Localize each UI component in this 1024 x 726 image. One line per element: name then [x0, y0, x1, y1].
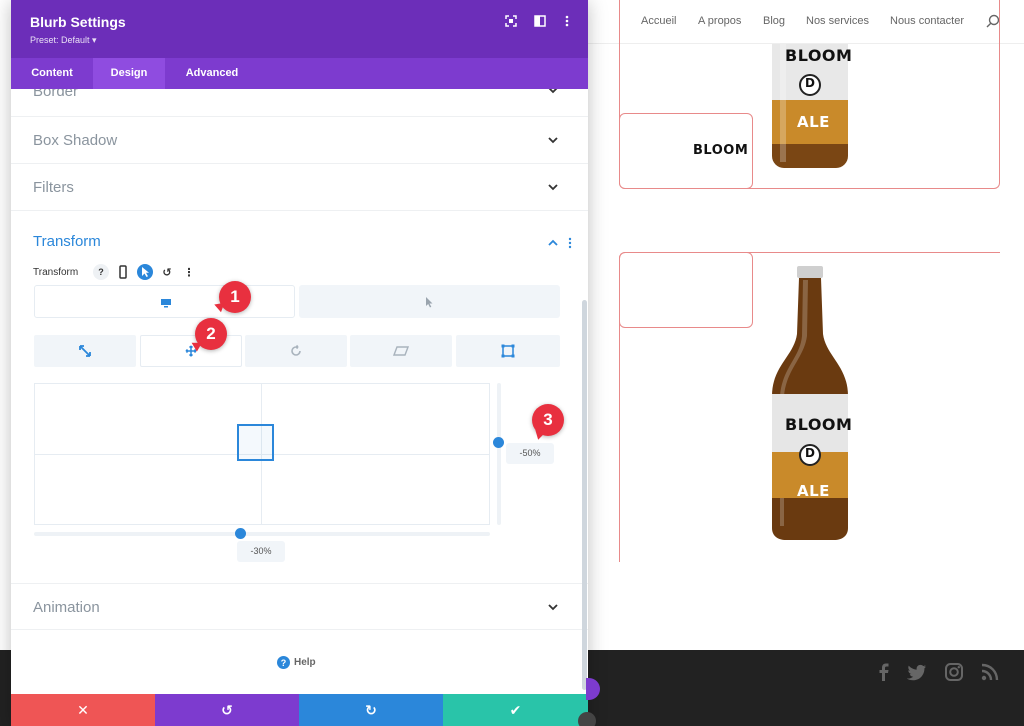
annotation-marker-2: 2: [195, 318, 227, 350]
transform-scale-tab[interactable]: [34, 335, 136, 367]
translate-x-value[interactable]: -30%: [237, 541, 285, 562]
translate-x-slider-handle[interactable]: [235, 528, 246, 539]
section-animation[interactable]: Animation: [11, 583, 588, 630]
tab-content[interactable]: Content: [11, 58, 93, 89]
preset-selector[interactable]: Preset: Default ▾: [30, 35, 97, 46]
state-hover-button[interactable]: [299, 285, 560, 318]
section-animation-title: Animation: [33, 599, 100, 616]
origin-grid-icon: [501, 344, 515, 358]
chevron-up-icon[interactable]: [546, 236, 560, 250]
save-button[interactable]: ✔: [443, 694, 588, 726]
instagram-icon[interactable]: [944, 662, 964, 682]
transform-origin-tab[interactable]: [456, 335, 560, 367]
bottle-brand-top: BLOOM: [785, 46, 853, 65]
blurb-settings-panel: Blurb Settings Preset: Default ▾ Content…: [11, 0, 588, 726]
section-border[interactable]: Border: [11, 89, 588, 117]
redo-button[interactable]: ↻: [299, 694, 443, 726]
panel-body: Border Box Shadow Filters Transform Tran…: [11, 89, 588, 694]
section-border-title: Border: [33, 89, 79, 100]
expand-icon[interactable]: [505, 15, 517, 27]
chevron-down-icon[interactable]: [546, 133, 560, 147]
panel-footer-actions: ✕ ↺ ↻ ✔: [11, 694, 588, 726]
chevron-down-icon[interactable]: [546, 600, 560, 614]
bottle-mark-top: D: [805, 76, 816, 90]
translate-y-slider-handle[interactable]: [493, 437, 504, 448]
desktop-icon: [161, 299, 171, 308]
bottle-mark-bottom: D: [805, 446, 816, 460]
transform-option-label: Transform: [33, 267, 79, 278]
section-more-icon[interactable]: [566, 236, 574, 250]
split-view-icon[interactable]: [534, 15, 546, 27]
help-label: Help: [294, 657, 316, 668]
chevron-down-icon[interactable]: [546, 180, 560, 194]
panel-scrollbar[interactable]: [582, 300, 587, 690]
hover-cursor-icon[interactable]: [137, 264, 153, 280]
help-icon: ?: [277, 656, 290, 669]
translate-y-slider-track[interactable]: [497, 383, 501, 525]
help-link[interactable]: ? Help: [277, 656, 316, 669]
annotation-marker-3: 3: [532, 404, 564, 436]
settings-tabs: Content Design Advanced: [11, 58, 588, 89]
bottle-type-top: ALE: [797, 113, 830, 131]
help-question-icon[interactable]: ?: [93, 264, 109, 280]
twitter-icon[interactable]: [907, 662, 927, 682]
tab-design[interactable]: Design: [93, 58, 165, 89]
translate-preview-square[interactable]: [237, 424, 274, 461]
transform-skew-tab[interactable]: [350, 335, 452, 367]
undo-button[interactable]: ↺: [155, 694, 299, 726]
options-kebab-icon[interactable]: ⋮: [181, 264, 197, 280]
transform-translate-tab[interactable]: [140, 335, 242, 367]
resize-handle[interactable]: [578, 712, 596, 726]
chevron-down-icon[interactable]: [546, 89, 560, 97]
rss-icon[interactable]: [980, 662, 1000, 682]
scale-arrows-icon: [79, 345, 91, 357]
bottle-brand-bottom: BLOOM: [785, 415, 853, 434]
more-options-icon[interactable]: [561, 15, 573, 27]
panel-title: Blurb Settings: [30, 14, 126, 30]
section-box-shadow-title: Box Shadow: [33, 132, 118, 149]
panel-header: Blurb Settings Preset: Default ▾: [11, 0, 588, 58]
cancel-button[interactable]: ✕: [11, 694, 155, 726]
transform-rotate-tab[interactable]: [245, 335, 347, 367]
mobile-device-icon[interactable]: [115, 264, 131, 280]
bottle-type-bottom: ALE: [797, 482, 830, 500]
beer-bottle-image-bottom: [772, 266, 848, 540]
translate-x-slider-track[interactable]: [34, 532, 490, 536]
rotate-icon: [291, 344, 301, 356]
blurb-title-top: BLOOM: [693, 143, 749, 158]
annotation-marker-1: 1: [219, 281, 251, 313]
translate-y-value[interactable]: -50%: [506, 443, 554, 464]
tab-advanced[interactable]: Advanced: [165, 58, 259, 89]
blurb-title-box-bottom: [619, 252, 753, 328]
section-filters[interactable]: Filters: [11, 164, 588, 211]
reset-icon[interactable]: ↺: [159, 264, 175, 280]
section-transform-title[interactable]: Transform: [33, 233, 101, 250]
facebook-icon[interactable]: [874, 662, 894, 682]
skew-icon: [393, 346, 409, 356]
state-default-button[interactable]: [34, 285, 295, 318]
section-filters-title: Filters: [33, 179, 74, 196]
section-box-shadow[interactable]: Box Shadow: [11, 117, 588, 164]
hover-pointer-icon: [426, 297, 433, 308]
